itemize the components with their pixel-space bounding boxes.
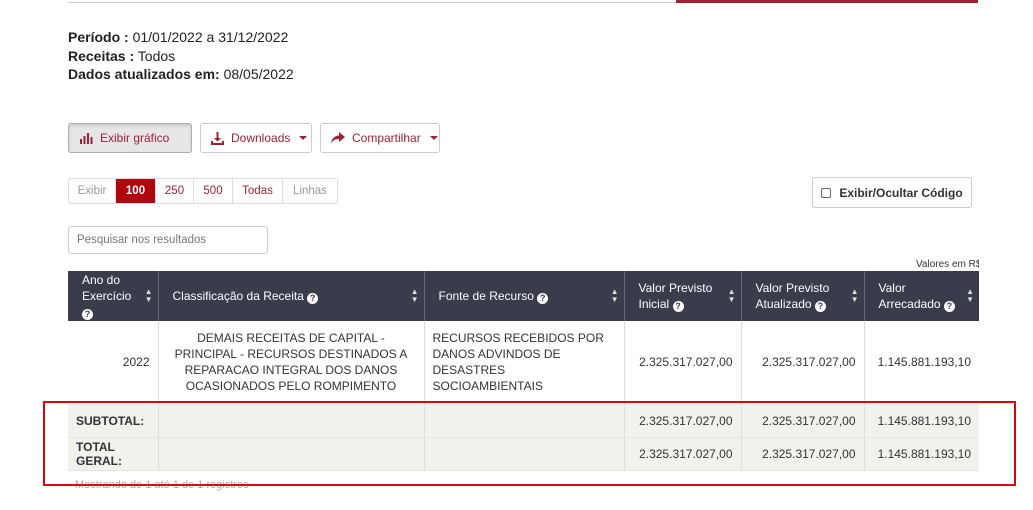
- pager-option-250[interactable]: 250: [156, 179, 194, 203]
- cell-arrecadado: 1.145.881.193,10: [864, 321, 979, 405]
- subtotal-previsto-atualizado: 2.325.317.027,00: [741, 404, 865, 438]
- dados-line: Dados atualizados em: 08/05/2022: [68, 66, 294, 82]
- rows-per-page-selector: Exibir 100 250 500 Todas Linhas: [68, 178, 338, 204]
- subtotal-row: SUBTOTAL: 2.325.317.027,00 2.325.317.027…: [68, 404, 979, 438]
- total-empty-cell: [158, 437, 425, 471]
- help-icon[interactable]: ?: [307, 293, 319, 304]
- subtotal-empty-cell: [424, 404, 625, 438]
- total-label: TOTAL GERAL:: [68, 437, 159, 471]
- search-bar-button-edge[interactable]: [676, 0, 978, 3]
- receitas-table: Ano do Exercício ? ▲ ▼ Classificação da R…: [68, 271, 979, 471]
- sort-icon: ▲ ▼: [727, 287, 736, 304]
- help-icon[interactable]: ?: [537, 293, 549, 304]
- col-header-ano[interactable]: Ano do Exercício ? ▲ ▼: [68, 271, 159, 321]
- sort-icon: ▲ ▼: [144, 287, 153, 304]
- sort-icon: ▲ ▼: [610, 287, 619, 304]
- cell-previsto-inicial: 2.325.317.027,00: [624, 321, 742, 405]
- sort-icon: ▲ ▼: [410, 287, 419, 304]
- downloads-label: Downloads: [231, 131, 291, 145]
- pager-option-500[interactable]: 500: [194, 179, 233, 203]
- cell-fonte: RECURSOS RECEBIDOS POR DANOS ADVINDOS DE…: [424, 321, 625, 405]
- sort-icon: ▲ ▼: [966, 287, 974, 304]
- pager-option-todas[interactable]: Todas: [233, 179, 283, 203]
- filter-info: Período : 01/01/2022 a 31/12/2022 Receit…: [68, 28, 294, 84]
- exibir-grafico-button[interactable]: Exibir gráfico: [68, 123, 192, 153]
- downloads-button[interactable]: Downloads: [200, 123, 312, 153]
- bar-chart-icon: [80, 133, 93, 144]
- table-row: 2022 DEMAIS RECEITAS DE CAPITAL - PRINCI…: [68, 321, 979, 405]
- total-arrecadado: 1.145.881.193,10: [864, 437, 979, 471]
- toggle-code-button[interactable]: Exibir/Ocultar Código: [812, 177, 972, 208]
- help-icon[interactable]: ?: [814, 301, 826, 312]
- subtotal-arrecadado: 1.145.881.193,10: [864, 404, 979, 438]
- col-header-arrecadado[interactable]: Valor Arrecadado ? ▲ ▼: [864, 271, 979, 321]
- toggle-code-label: Exibir/Ocultar Código: [839, 185, 963, 200]
- pager-linhas-label: Linhas: [293, 185, 327, 197]
- receitas-line: Receitas : Todos: [68, 47, 176, 64]
- total-previsto-inicial: 2.325.317.027,00: [624, 437, 742, 471]
- top-search-bar: [68, 0, 978, 4]
- pager-exibir-label: Exibir: [69, 179, 116, 203]
- exibir-grafico-label: Exibir gráfico: [100, 131, 170, 145]
- search-results-input[interactable]: [68, 226, 268, 254]
- total-row: TOTAL GERAL: 2.325.317.027,00 2.325.317.…: [68, 437, 979, 471]
- col-header-fonte[interactable]: Fonte de Recurso ? ▲ ▼: [424, 271, 625, 321]
- subtotal-empty-cell: [158, 404, 425, 438]
- chevron-down-icon: [429, 136, 438, 140]
- compartilhar-button[interactable]: Compartilhar: [320, 123, 440, 153]
- total-empty-cell: [424, 437, 625, 471]
- compartilhar-label: Compartilhar: [352, 131, 421, 145]
- pager-option-100[interactable]: 100: [116, 179, 156, 203]
- sort-icon: ▲ ▼: [850, 287, 859, 304]
- total-previsto-atualizado: 2.325.317.027,00: [741, 437, 865, 471]
- records-count-text: Mostrando de 1 até 1 de 1 registros: [75, 479, 249, 491]
- subtotal-label: SUBTOTAL:: [68, 404, 159, 438]
- help-icon[interactable]: ?: [943, 301, 955, 312]
- cell-ano: 2022: [68, 321, 159, 405]
- table-header-row: Ano do Exercício ? ▲ ▼ Classificação da R…: [68, 271, 979, 321]
- col-header-previsto-atualizado[interactable]: Valor Previsto Atualizado ? ▲ ▼: [741, 271, 865, 321]
- cell-previsto-atualizado: 2.325.317.027,00: [741, 321, 865, 405]
- help-icon[interactable]: ?: [672, 301, 684, 312]
- subtotal-previsto-inicial: 2.325.317.027,00: [624, 404, 742, 438]
- search-bar-input-edge[interactable]: [68, 0, 676, 3]
- checkbox-icon[interactable]: [821, 187, 832, 198]
- col-header-previsto-inicial[interactable]: Valor Previsto Inicial ? ▲ ▼: [624, 271, 742, 321]
- chevron-down-icon: [299, 136, 308, 140]
- help-icon[interactable]: ?: [82, 309, 93, 320]
- share-icon: [331, 132, 345, 144]
- periodo-line: Período : 01/01/2022 a 31/12/2022: [68, 29, 289, 45]
- units-note: Valores em R$: [916, 259, 979, 270]
- download-icon: [211, 131, 224, 145]
- cell-classificacao: DEMAIS RECEITAS DE CAPITAL - PRINCIPAL -…: [158, 321, 425, 405]
- col-header-classificacao[interactable]: Classificação da Receita ? ▲ ▼: [158, 271, 425, 321]
